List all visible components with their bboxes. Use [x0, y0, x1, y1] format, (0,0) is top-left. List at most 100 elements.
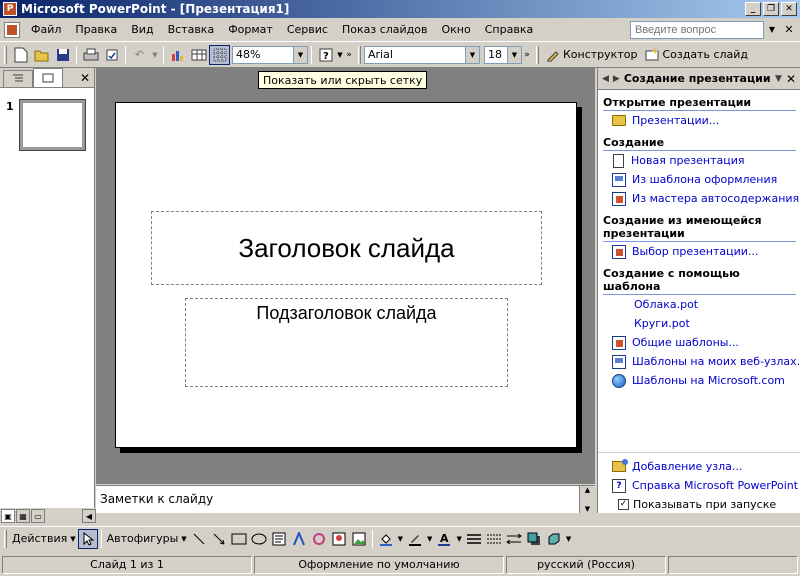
menu-file[interactable]: Файл — [24, 23, 68, 36]
drawing-options-icon[interactable]: ▼ — [564, 529, 573, 549]
link-template-circles[interactable]: Круги.pot — [634, 314, 800, 333]
line-icon[interactable] — [189, 529, 209, 549]
clipart-icon[interactable] — [329, 529, 349, 549]
toolbar-options-icon[interactable]: » — [522, 45, 532, 65]
scroll-down-icon[interactable]: ▼ — [585, 505, 590, 513]
toolbar-grip[interactable] — [4, 529, 7, 548]
link-add-network-place[interactable]: Добавление узла... — [612, 457, 800, 476]
font-size-combo[interactable]: 18 ▼ — [484, 45, 522, 64]
show-grid-icon[interactable] — [209, 44, 230, 65]
diagram-icon[interactable] — [309, 529, 329, 549]
arrow-style-icon[interactable] — [504, 529, 524, 549]
menu-window[interactable]: Окно — [435, 23, 478, 36]
show-on-startup-row[interactable]: ✓ Показывать при запуске — [618, 495, 800, 513]
font-combo[interactable]: Arial ▼ — [364, 45, 480, 64]
ask-dropdown-icon[interactable]: ▼ — [766, 25, 778, 34]
autoshapes-menu-button[interactable]: Автофигуры ▼ — [105, 529, 189, 549]
undo-icon[interactable]: ↶ — [129, 45, 150, 65]
zoom-dropdown-icon[interactable]: ▼ — [293, 46, 307, 63]
line-color-icon[interactable] — [405, 529, 425, 549]
task-pane-close-icon[interactable]: ✕ — [786, 72, 796, 86]
slide-canvas[interactable]: Заголовок слайда Подзаголовок слайда — [115, 102, 577, 448]
scroll-up-icon[interactable]: ▲ — [585, 486, 590, 494]
link-powerpoint-help[interactable]: ? Справка Microsoft PowerPoint — [612, 476, 800, 495]
toolbar-grip[interactable] — [4, 45, 7, 64]
toolbar-grip[interactable] — [358, 45, 361, 64]
menu-slideshow[interactable]: Показ слайдов — [335, 23, 435, 36]
menu-format[interactable]: Формат — [221, 23, 280, 36]
toolbar-options-icon[interactable]: » — [344, 45, 354, 65]
spelling-icon[interactable] — [101, 45, 122, 65]
help-dropdown-icon[interactable]: ▼ — [336, 45, 344, 65]
task-pane-menu-icon[interactable]: ▼ — [775, 74, 782, 84]
menu-view[interactable]: Вид — [124, 23, 160, 36]
restore-button[interactable]: ❐ — [763, 2, 779, 16]
tab-outline[interactable] — [3, 70, 33, 87]
title-placeholder[interactable]: Заголовок слайда — [151, 211, 542, 285]
link-template-clouds[interactable]: Облака.pot — [634, 295, 800, 314]
link-open-presentations[interactable]: Презентации... — [612, 111, 800, 130]
font-color-icon[interactable]: A — [434, 529, 454, 549]
notes-pane[interactable]: Заметки к слайду ▲ ▼ — [96, 485, 595, 513]
back-arrow-icon[interactable]: ◀ — [602, 74, 609, 84]
slideshow-view-icon[interactable]: ▭ — [31, 509, 45, 523]
hscroll-left-icon[interactable]: ◀ — [82, 509, 96, 523]
font-dropdown-icon[interactable]: ▼ — [465, 46, 479, 63]
select-objects-icon[interactable] — [77, 528, 98, 549]
zoom-combo[interactable]: 48% ▼ — [232, 45, 308, 64]
fill-color-dropdown-icon[interactable]: ▼ — [396, 529, 405, 549]
print-icon[interactable] — [80, 45, 101, 65]
arrow-icon[interactable] — [209, 529, 229, 549]
wordart-icon[interactable] — [289, 529, 309, 549]
slide-thumbnail[interactable] — [18, 99, 86, 151]
fill-color-icon[interactable] — [376, 529, 396, 549]
close-button[interactable]: ✕ — [781, 2, 797, 16]
help-icon[interactable]: ? — [315, 45, 336, 65]
menu-tools[interactable]: Сервис — [280, 23, 335, 36]
font-color-dropdown-icon[interactable]: ▼ — [454, 529, 463, 549]
new-document-icon[interactable] — [10, 45, 31, 65]
link-from-design-template[interactable]: Из шаблона оформления — [612, 170, 800, 189]
subtitle-placeholder[interactable]: Подзаголовок слайда — [185, 298, 508, 387]
document-window-icon[interactable] — [4, 21, 20, 38]
dash-style-icon[interactable] — [484, 529, 504, 549]
insert-picture-icon[interactable] — [349, 529, 369, 549]
menu-help[interactable]: Справка — [478, 23, 540, 36]
textbox-icon[interactable] — [269, 529, 289, 549]
insert-table-icon[interactable] — [188, 45, 209, 65]
rectangle-icon[interactable] — [229, 529, 249, 549]
powerpoint-app-icon[interactable]: P — [3, 2, 17, 16]
menu-edit[interactable]: Правка — [68, 23, 124, 36]
insert-chart-icon[interactable] — [167, 45, 188, 65]
menu-insert[interactable]: Вставка — [161, 23, 222, 36]
new-slide-button[interactable]: Создать слайд — [641, 47, 752, 62]
font-size-dropdown-icon[interactable]: ▼ — [507, 46, 521, 63]
link-templates-my-websites[interactable]: Шаблоны на моих веб-узлах... — [612, 352, 800, 371]
pane-close-icon[interactable]: ✕ — [80, 71, 90, 85]
link-new-presentation[interactable]: Новая презентация — [612, 151, 800, 170]
minimize-button[interactable]: _ — [745, 2, 761, 16]
shadow-style-icon[interactable] — [524, 529, 544, 549]
slide-sorter-view-icon[interactable]: ▦ — [16, 509, 30, 523]
3d-style-icon[interactable] — [544, 529, 564, 549]
oval-icon[interactable] — [249, 529, 269, 549]
design-button[interactable]: Конструктор — [542, 48, 641, 62]
document-close-icon[interactable]: ✕ — [782, 23, 796, 37]
notes-scrollbar[interactable]: ▲ ▼ — [579, 486, 595, 513]
link-autocontent-wizard[interactable]: Из мастера автосодержания — [612, 189, 800, 208]
show-on-startup-checkbox[interactable]: ✓ — [618, 498, 629, 510]
normal-view-icon[interactable]: ▣ — [1, 509, 15, 523]
link-choose-presentation[interactable]: Выбор презентации... — [612, 242, 800, 261]
tab-slides[interactable] — [33, 68, 63, 87]
open-folder-icon[interactable] — [31, 45, 52, 65]
ask-question-input[interactable] — [630, 20, 764, 39]
save-disk-icon[interactable] — [52, 45, 73, 65]
line-color-dropdown-icon[interactable]: ▼ — [425, 529, 434, 549]
toolbar-grip[interactable] — [536, 45, 539, 64]
line-style-icon[interactable] — [464, 529, 484, 549]
link-templates-microsoft[interactable]: Шаблоны на Microsoft.com — [612, 371, 800, 390]
link-general-templates[interactable]: Общие шаблоны... — [612, 333, 800, 352]
actions-menu-button[interactable]: Действия ▼ — [10, 529, 78, 549]
forward-arrow-icon[interactable]: ▶ — [613, 74, 620, 84]
undo-dropdown-icon[interactable]: ▼ — [150, 45, 160, 65]
